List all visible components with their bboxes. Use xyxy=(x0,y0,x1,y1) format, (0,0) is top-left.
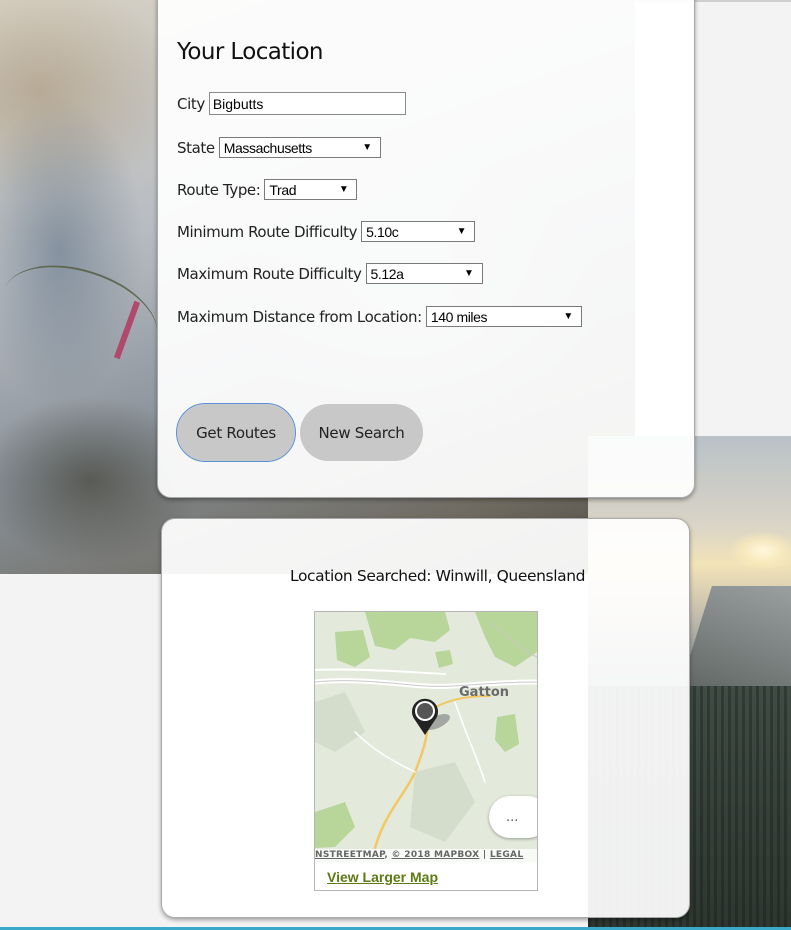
dropdown-arrow-icon: ▼ xyxy=(338,184,349,195)
max-difficulty-label: Maximum Route Difficulty xyxy=(177,264,362,283)
search-result-card: Location Searched: Winwill, Queensland G… xyxy=(161,518,690,918)
attribution-separator: | xyxy=(482,850,487,860)
min-difficulty-select[interactable]: 5.10c ▼ xyxy=(361,221,476,242)
state-select-value: Massachusetts xyxy=(223,140,313,156)
map-pin-icon[interactable] xyxy=(411,698,439,736)
osm-attribution-link[interactable]: NSTREETMAP xyxy=(315,850,384,860)
mapbox-attribution-link[interactable]: © 2018 MAPBOX xyxy=(392,850,480,860)
city-label: City xyxy=(177,94,205,113)
dropdown-arrow-icon: ▼ xyxy=(464,268,474,279)
view-larger-map-link[interactable]: View Larger Map xyxy=(327,869,438,885)
get-routes-button[interactable]: Get Routes xyxy=(176,403,296,462)
rope-graphic xyxy=(0,247,170,383)
max-difficulty-row: Maximum Route Difficulty 5.12a ▼ xyxy=(177,263,483,284)
map-attribution: NSTREETMAP, © 2018 MAPBOX | LEGAL xyxy=(315,849,537,862)
min-difficulty-select-value: 5.10c xyxy=(366,224,399,240)
dropdown-arrow-icon: ▼ xyxy=(456,226,467,237)
location-searched-text: Location Searched: Winwill, Queensland xyxy=(290,567,586,585)
min-difficulty-row: Minimum Route Difficulty 5.10c ▼ xyxy=(177,221,476,242)
state-label: State xyxy=(177,138,215,157)
max-distance-select[interactable]: 140 miles ▼ xyxy=(425,306,582,327)
map-view[interactable]: Gatton ... NSTREETMAP, © 2018 MAPBOX | L… xyxy=(315,612,537,862)
route-type-row: Route Type: Trad ▼ xyxy=(177,179,358,200)
map-town-label: Gatton xyxy=(459,685,510,700)
max-distance-label: Maximum Distance from Location: xyxy=(177,307,422,326)
dropdown-arrow-icon: ▼ xyxy=(563,311,573,322)
max-difficulty-select-value: 5.12a xyxy=(370,266,404,282)
max-distance-row: Maximum Distance from Location: 140 mile… xyxy=(177,306,582,327)
new-search-button[interactable]: New Search xyxy=(300,404,423,461)
state-row: State Massachusetts ▼ xyxy=(177,137,381,158)
route-type-label: Route Type: xyxy=(177,180,261,199)
route-type-select[interactable]: Trad ▼ xyxy=(264,179,358,200)
dropdown-arrow-icon: ▼ xyxy=(362,142,372,153)
sunlight-graphic xyxy=(728,531,791,571)
route-type-select-value: Trad xyxy=(269,182,297,198)
map-more-button[interactable]: ... xyxy=(489,796,537,838)
form-title: Your Location xyxy=(177,39,323,65)
city-input[interactable] xyxy=(208,92,406,115)
max-distance-select-value: 140 miles xyxy=(430,309,488,325)
state-select[interactable]: Massachusetts ▼ xyxy=(218,137,381,158)
legal-link[interactable]: LEGAL xyxy=(490,850,523,860)
max-difficulty-select[interactable]: 5.12a ▼ xyxy=(365,263,483,284)
city-row: City xyxy=(177,92,406,115)
min-difficulty-label: Minimum Route Difficulty xyxy=(177,222,358,241)
map-embed: Gatton ... NSTREETMAP, © 2018 MAPBOX | L… xyxy=(314,611,538,891)
location-form-card: Your Location City State Massachusetts ▼… xyxy=(157,0,695,498)
